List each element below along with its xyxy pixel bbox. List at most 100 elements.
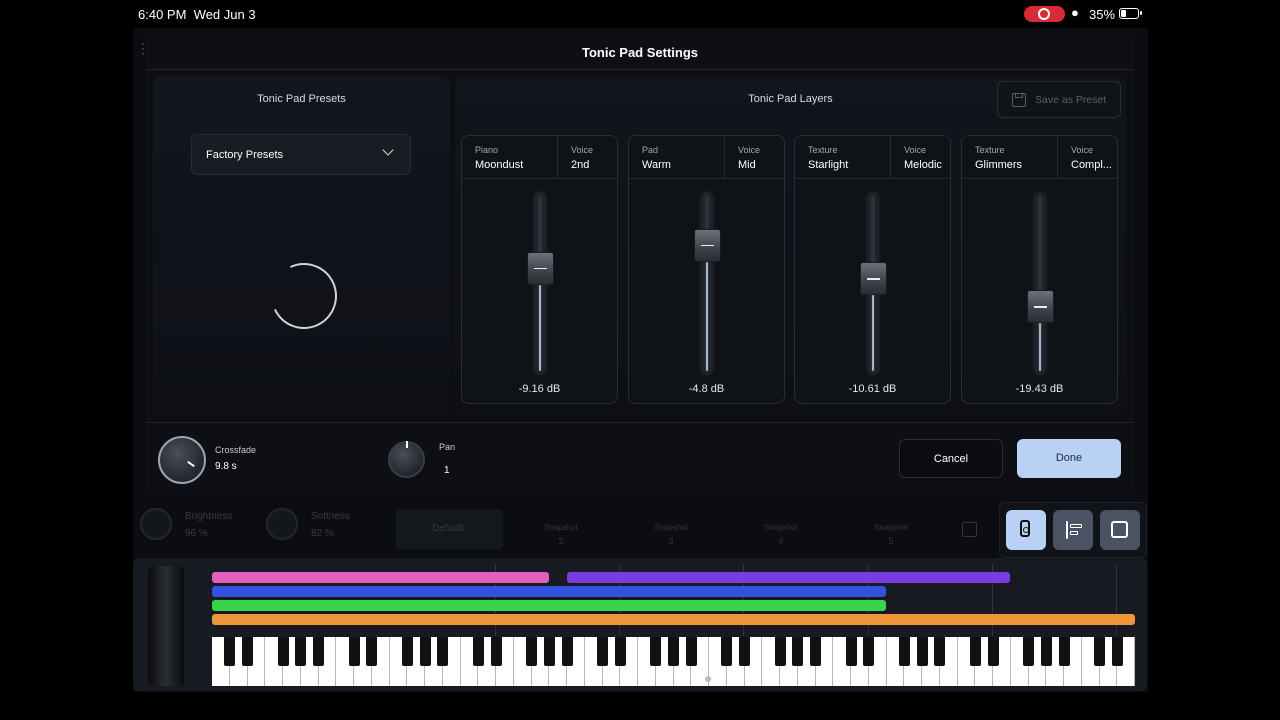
divider (1057, 136, 1058, 178)
volume-db-value: -4.8 dB (688, 383, 725, 395)
sound-mode-button[interactable] (1006, 510, 1046, 550)
black-key[interactable] (224, 637, 236, 666)
loading-spinner-icon (261, 253, 347, 339)
layer-card-header: Texture Starlight Voice Melodic (795, 136, 950, 179)
volume-slider-thumb[interactable] (694, 228, 721, 262)
wifi-icon: ● (1071, 5, 1079, 20)
black-key[interactable] (1023, 637, 1034, 666)
layer-type-value[interactable]: Warm (642, 159, 671, 171)
volume-db-value: -10.61 dB (848, 383, 897, 395)
snapshot-default-label: Default (432, 523, 464, 534)
black-key[interactable] (845, 637, 857, 666)
pitch-wheel[interactable] (148, 566, 184, 686)
layer-type-value[interactable]: Moondust (475, 159, 523, 171)
black-key[interactable] (721, 637, 733, 666)
black-key[interactable] (526, 637, 537, 666)
divider (724, 136, 725, 178)
volume-slider-track[interactable] (699, 190, 715, 377)
black-key[interactable] (561, 637, 573, 666)
volume-slider-thumb[interactable] (1027, 290, 1054, 324)
black-key[interactable] (490, 637, 502, 666)
divider (890, 136, 891, 178)
black-key[interactable] (650, 637, 662, 666)
black-key[interactable] (987, 637, 999, 666)
voice-label: Voice (738, 145, 761, 155)
snapshot-4: Snapshot 4 (746, 523, 816, 546)
black-key[interactable] (401, 637, 413, 666)
black-key[interactable] (472, 637, 484, 666)
layer-type-value[interactable]: Starlight (808, 159, 848, 171)
layer-type-label: Pad (642, 145, 659, 155)
crossfade-knob[interactable] (158, 436, 206, 484)
black-key[interactable] (1058, 637, 1070, 666)
black-key[interactable] (543, 637, 555, 666)
layer-type-value[interactable]: Glimmers (975, 159, 1022, 171)
black-key[interactable] (898, 637, 910, 666)
piano-range-bar[interactable] (212, 572, 549, 583)
black-key[interactable] (969, 637, 981, 666)
battery-icon (1119, 8, 1142, 19)
save-as-preset-button[interactable]: Save as Preset (997, 81, 1121, 118)
black-key[interactable] (348, 637, 360, 666)
black-key[interactable] (685, 637, 697, 666)
done-button[interactable]: Done (1017, 439, 1121, 478)
layer-card-1: Piano Moondust Voice 2nd -9.16 dB (461, 135, 618, 404)
snapshot-2: Snapshot 2 (526, 523, 596, 546)
pan-knob[interactable] (388, 441, 425, 478)
black-key[interactable] (437, 637, 449, 666)
middle-c-marker (705, 676, 711, 682)
layer-card-header: Piano Moondust Voice 2nd (462, 136, 617, 179)
black-key[interactable] (739, 637, 750, 666)
black-key[interactable] (774, 637, 786, 666)
align-mode-button[interactable] (1053, 510, 1093, 550)
black-key[interactable] (242, 637, 253, 666)
black-key[interactable] (792, 637, 804, 666)
layer-type-label: Texture (808, 145, 838, 155)
volume-slider-thumb[interactable] (860, 262, 887, 296)
black-key[interactable] (419, 637, 431, 666)
black-key[interactable] (313, 637, 324, 666)
snapshot-default: Default (396, 509, 503, 550)
black-key[interactable] (366, 637, 378, 666)
black-key[interactable] (597, 637, 608, 666)
knob-indicator (406, 441, 408, 448)
texture-range-bar[interactable] (212, 600, 886, 611)
layer-type-label: Texture (975, 145, 1005, 155)
chevron-down-icon (382, 144, 394, 156)
presets-panel: Tonic Pad Presets Factory Presets (153, 77, 450, 415)
voice-value[interactable]: Melodic (904, 159, 942, 171)
black-key[interactable] (934, 637, 946, 666)
black-key[interactable] (916, 637, 928, 666)
black-key[interactable] (1040, 637, 1052, 666)
divider (146, 422, 1134, 423)
pad-range-bar[interactable] (567, 572, 1010, 583)
black-key[interactable] (1094, 637, 1105, 666)
black-key[interactable] (810, 637, 821, 666)
black-key[interactable] (614, 637, 626, 666)
pan-label: Pan (439, 442, 456, 452)
save-snapshot-icon (962, 522, 977, 537)
black-key[interactable] (1111, 637, 1123, 666)
black-key[interactable] (295, 637, 307, 666)
cancel-button[interactable]: Cancel (899, 439, 1003, 478)
volume-slider-thumb[interactable] (527, 251, 554, 285)
battery-percent: 35% (1089, 7, 1116, 22)
black-key[interactable] (863, 637, 875, 666)
presets-title: Tonic Pad Presets (257, 93, 346, 105)
black-key[interactable] (668, 637, 679, 666)
layer-card-header: Pad Warm Voice Mid (629, 136, 784, 179)
piano-mode-button[interactable] (1100, 510, 1140, 550)
voice-value[interactable]: Mid (738, 159, 756, 171)
texture-range-bar[interactable] (212, 586, 886, 597)
voice-value[interactable]: 2nd (571, 159, 589, 171)
presets-dropdown[interactable]: Factory Presets (191, 134, 411, 175)
volume-slider-track[interactable] (1032, 190, 1048, 377)
voice-value[interactable]: Compl... (1071, 159, 1112, 171)
full-range-bar[interactable] (212, 614, 1135, 625)
black-key[interactable] (277, 637, 289, 666)
layer-card-3: Texture Starlight Voice Melodic -10.61 d… (794, 135, 951, 404)
piano-keyboard[interactable] (212, 637, 1135, 686)
brightness-knob (140, 508, 172, 540)
screen-record-icon[interactable] (1024, 6, 1065, 22)
layer-card-4: Texture Glimmers Voice Compl... -19.43 d… (961, 135, 1118, 404)
